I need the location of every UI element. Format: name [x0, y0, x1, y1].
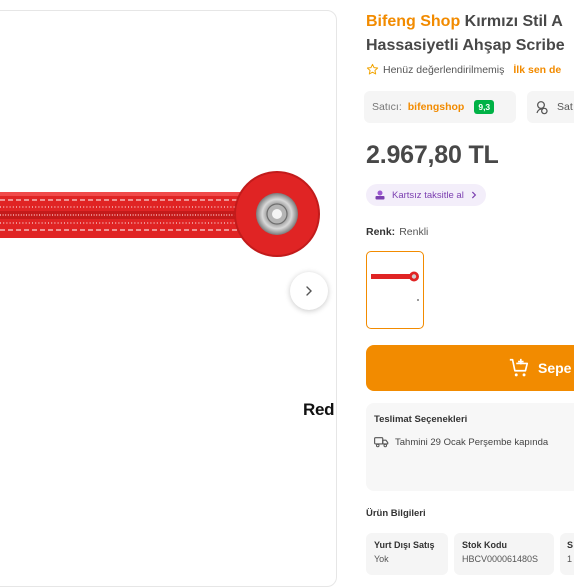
add-to-cart-button[interactable]: Sepe [366, 345, 574, 391]
delivery-estimate: Tahmini 29 Ocak Perşembe kapında [374, 436, 548, 448]
info-cell: Stok Kodu HBCV000061480S [454, 533, 554, 575]
star-outline-icon [366, 63, 379, 75]
follow-seller-button[interactable]: Sat [527, 91, 574, 123]
color-swatch-renkli[interactable] [366, 251, 424, 329]
add-to-cart-label: Sepe [538, 360, 572, 376]
seller-label: Satıcı: [372, 101, 402, 113]
swatch-thumbnail [371, 271, 419, 301]
image-caption: Red [303, 400, 335, 419]
product-gallery [0, 10, 337, 587]
brand-link[interactable]: Bifeng Shop [366, 13, 460, 30]
cart-add-icon [509, 358, 529, 377]
next-image-button[interactable] [290, 272, 328, 310]
delivery-estimate-text: Tahmini 29 Ocak Perşembe kapında [395, 436, 549, 448]
seller-score-badge: 9,3 [474, 100, 495, 114]
follow-icon [536, 101, 548, 115]
info-cell-value: Yok [374, 554, 389, 564]
price: 2.967,80 TL [366, 141, 499, 169]
title-line2: Hassasiyetli Ahşap Scribe [366, 37, 565, 54]
seller-box: Satıcı: bifengshop 9,3 [364, 91, 516, 123]
info-cell-header: Stok Kodu [462, 540, 507, 550]
color-row: Renk: Renkli [366, 226, 428, 238]
first-review-link[interactable]: İlk sen de [513, 64, 561, 76]
color-label: Renk: [366, 226, 396, 238]
chevron-right-icon [306, 286, 312, 296]
wallet-icon [375, 190, 385, 200]
info-cell-header: S [567, 540, 574, 550]
info-cell-value: HBCV000061480S [462, 554, 539, 564]
rating-text: Henüz değerlendirilmemiş [383, 63, 505, 76]
follow-label: Sat [557, 101, 573, 113]
seller-name-link[interactable]: bifengshop [408, 101, 465, 113]
delivery-title: Teslimat Seçenekleri [374, 414, 468, 425]
info-cell: S 1 [560, 533, 574, 575]
color-value: Renkli [399, 226, 429, 238]
rating-row: Henüz değerlendirilmemiş İlk sen de [366, 63, 561, 76]
title-line1: Kırmızı Stil A [464, 13, 563, 30]
info-cell-header: Yurt Dışı Satış [374, 540, 435, 550]
info-cell-value: 1 [567, 554, 573, 564]
info-cell: Yurt Dışı Satış Yok [366, 533, 448, 575]
product-info-title: Ürün Bilgileri [366, 508, 426, 519]
product-title: Bifeng Shop Kırmızı Stil A Hassasiyetli … [366, 10, 574, 58]
installment-link[interactable]: Kartsız taksitle al [366, 184, 486, 206]
truck-icon [374, 437, 389, 448]
installment-label: Kartsız taksitle al [392, 189, 464, 201]
product-image[interactable] [0, 170, 330, 270]
chevron-right-icon [471, 191, 476, 199]
